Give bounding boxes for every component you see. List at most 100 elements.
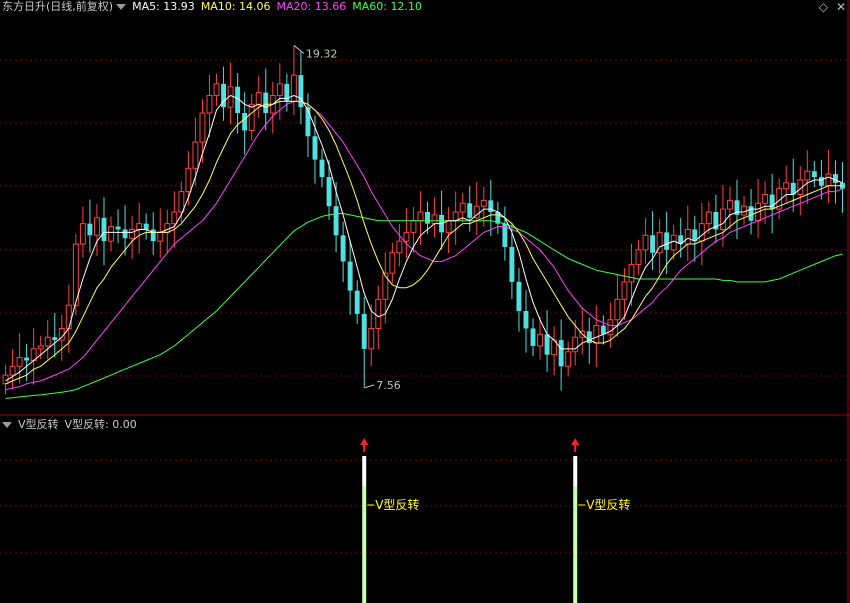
low-pointer bbox=[364, 384, 375, 389]
candle-body bbox=[319, 159, 325, 178]
ma60-line bbox=[5, 213, 843, 399]
candle-body bbox=[452, 211, 459, 222]
candle-body bbox=[52, 337, 58, 341]
candle-body bbox=[178, 191, 185, 213]
candle-body bbox=[263, 92, 269, 113]
candle-body bbox=[431, 214, 438, 225]
ma20-value: MA20: 13.66 bbox=[276, 0, 347, 13]
candle-body bbox=[199, 112, 206, 143]
candle-body bbox=[614, 298, 621, 321]
chevron-down-icon[interactable] bbox=[116, 4, 127, 10]
candlesticks bbox=[2, 45, 845, 394]
diamond-icon[interactable]: ◇ bbox=[819, 0, 828, 14]
candle-body bbox=[65, 304, 72, 329]
candle-body bbox=[705, 211, 712, 225]
candle-body bbox=[670, 234, 677, 251]
candle-body bbox=[403, 231, 410, 242]
candle-body bbox=[333, 206, 339, 236]
candle-body bbox=[115, 226, 121, 230]
candle-body bbox=[206, 95, 213, 114]
candle-body bbox=[143, 223, 149, 230]
candle-body bbox=[516, 281, 522, 311]
candle-body bbox=[375, 298, 382, 329]
kline-chart[interactable]: 19.32 7.56 V型反转 V型反转 bbox=[0, 0, 850, 603]
close-icon[interactable]: ✕ bbox=[836, 0, 846, 14]
candle-body bbox=[122, 229, 128, 239]
signal-arrow-icon bbox=[360, 438, 369, 445]
ma10-line bbox=[5, 100, 843, 385]
signal-bar-top bbox=[362, 456, 367, 486]
candle-body bbox=[425, 212, 430, 224]
candle-body bbox=[558, 340, 564, 367]
candle-body bbox=[312, 136, 318, 160]
chevron-down-icon[interactable] bbox=[2, 422, 12, 428]
candle-body bbox=[628, 263, 635, 283]
candle-body bbox=[213, 83, 220, 97]
candle-body bbox=[544, 334, 550, 355]
candle-body bbox=[192, 141, 199, 169]
candle-body bbox=[523, 311, 529, 329]
candle-body bbox=[600, 325, 606, 335]
v-reversal-indicator-panel: V型反转 V型反转 bbox=[360, 438, 630, 603]
candle-body bbox=[44, 336, 51, 347]
candle-body bbox=[664, 232, 670, 250]
candle-body bbox=[417, 211, 424, 222]
candle-body bbox=[825, 173, 832, 187]
candle-body bbox=[389, 252, 396, 274]
candle-body bbox=[480, 199, 487, 207]
candle-body bbox=[783, 182, 790, 190]
stock-title[interactable]: 东方日升(日线,前复权) bbox=[2, 0, 113, 13]
candle-body bbox=[157, 231, 164, 242]
candle-body bbox=[185, 167, 192, 193]
candle-body bbox=[719, 208, 726, 230]
candle-body bbox=[804, 170, 811, 181]
candle-body bbox=[741, 205, 747, 216]
signal-arrow-icon bbox=[571, 438, 580, 445]
candle-body bbox=[642, 234, 649, 251]
candle-body bbox=[37, 345, 44, 350]
signal-bar bbox=[573, 486, 578, 603]
candle-body bbox=[762, 194, 769, 204]
candle-body bbox=[565, 351, 572, 367]
signal-label: V型反转 bbox=[375, 497, 419, 512]
candle-body bbox=[354, 290, 360, 314]
candle-body bbox=[382, 272, 389, 300]
high-pointer bbox=[293, 45, 305, 54]
candle-body bbox=[24, 357, 30, 361]
candle-body bbox=[164, 223, 171, 233]
candle-body bbox=[108, 226, 114, 242]
candle-body bbox=[621, 281, 628, 300]
price-extreme-labels: 19.32 7.56 bbox=[293, 45, 401, 392]
candle-body bbox=[748, 206, 754, 221]
candle-body bbox=[93, 217, 100, 236]
signal-bar-top bbox=[573, 456, 578, 486]
signal-label: V型反转 bbox=[586, 497, 630, 512]
ma20-line bbox=[5, 100, 843, 391]
candle-body bbox=[818, 177, 824, 186]
candle-body bbox=[769, 194, 775, 210]
candle-body bbox=[635, 249, 642, 265]
candle-body bbox=[368, 327, 375, 350]
candle-body bbox=[171, 211, 178, 225]
candle-body bbox=[467, 203, 473, 218]
candle-body bbox=[79, 223, 86, 245]
ma10-value: MA10: 14.06 bbox=[200, 0, 271, 13]
candle-body bbox=[361, 313, 367, 349]
high-price-label: 19.32 bbox=[306, 47, 338, 60]
candle-body bbox=[459, 202, 466, 213]
candle-body bbox=[347, 261, 353, 291]
candle-body bbox=[684, 228, 691, 245]
candle-body bbox=[650, 235, 656, 253]
indicator-name[interactable]: V型反转 bbox=[18, 418, 59, 431]
candle-body bbox=[326, 177, 332, 207]
candle-body bbox=[726, 199, 733, 210]
candle-body bbox=[811, 171, 817, 178]
candle-body bbox=[832, 174, 838, 183]
candle-body bbox=[509, 246, 515, 282]
candle-body bbox=[129, 228, 136, 239]
candle-body bbox=[530, 328, 536, 346]
candle-body bbox=[290, 74, 297, 102]
candle-body bbox=[698, 223, 705, 242]
signal-bar bbox=[362, 486, 367, 603]
candle-body bbox=[248, 103, 255, 131]
